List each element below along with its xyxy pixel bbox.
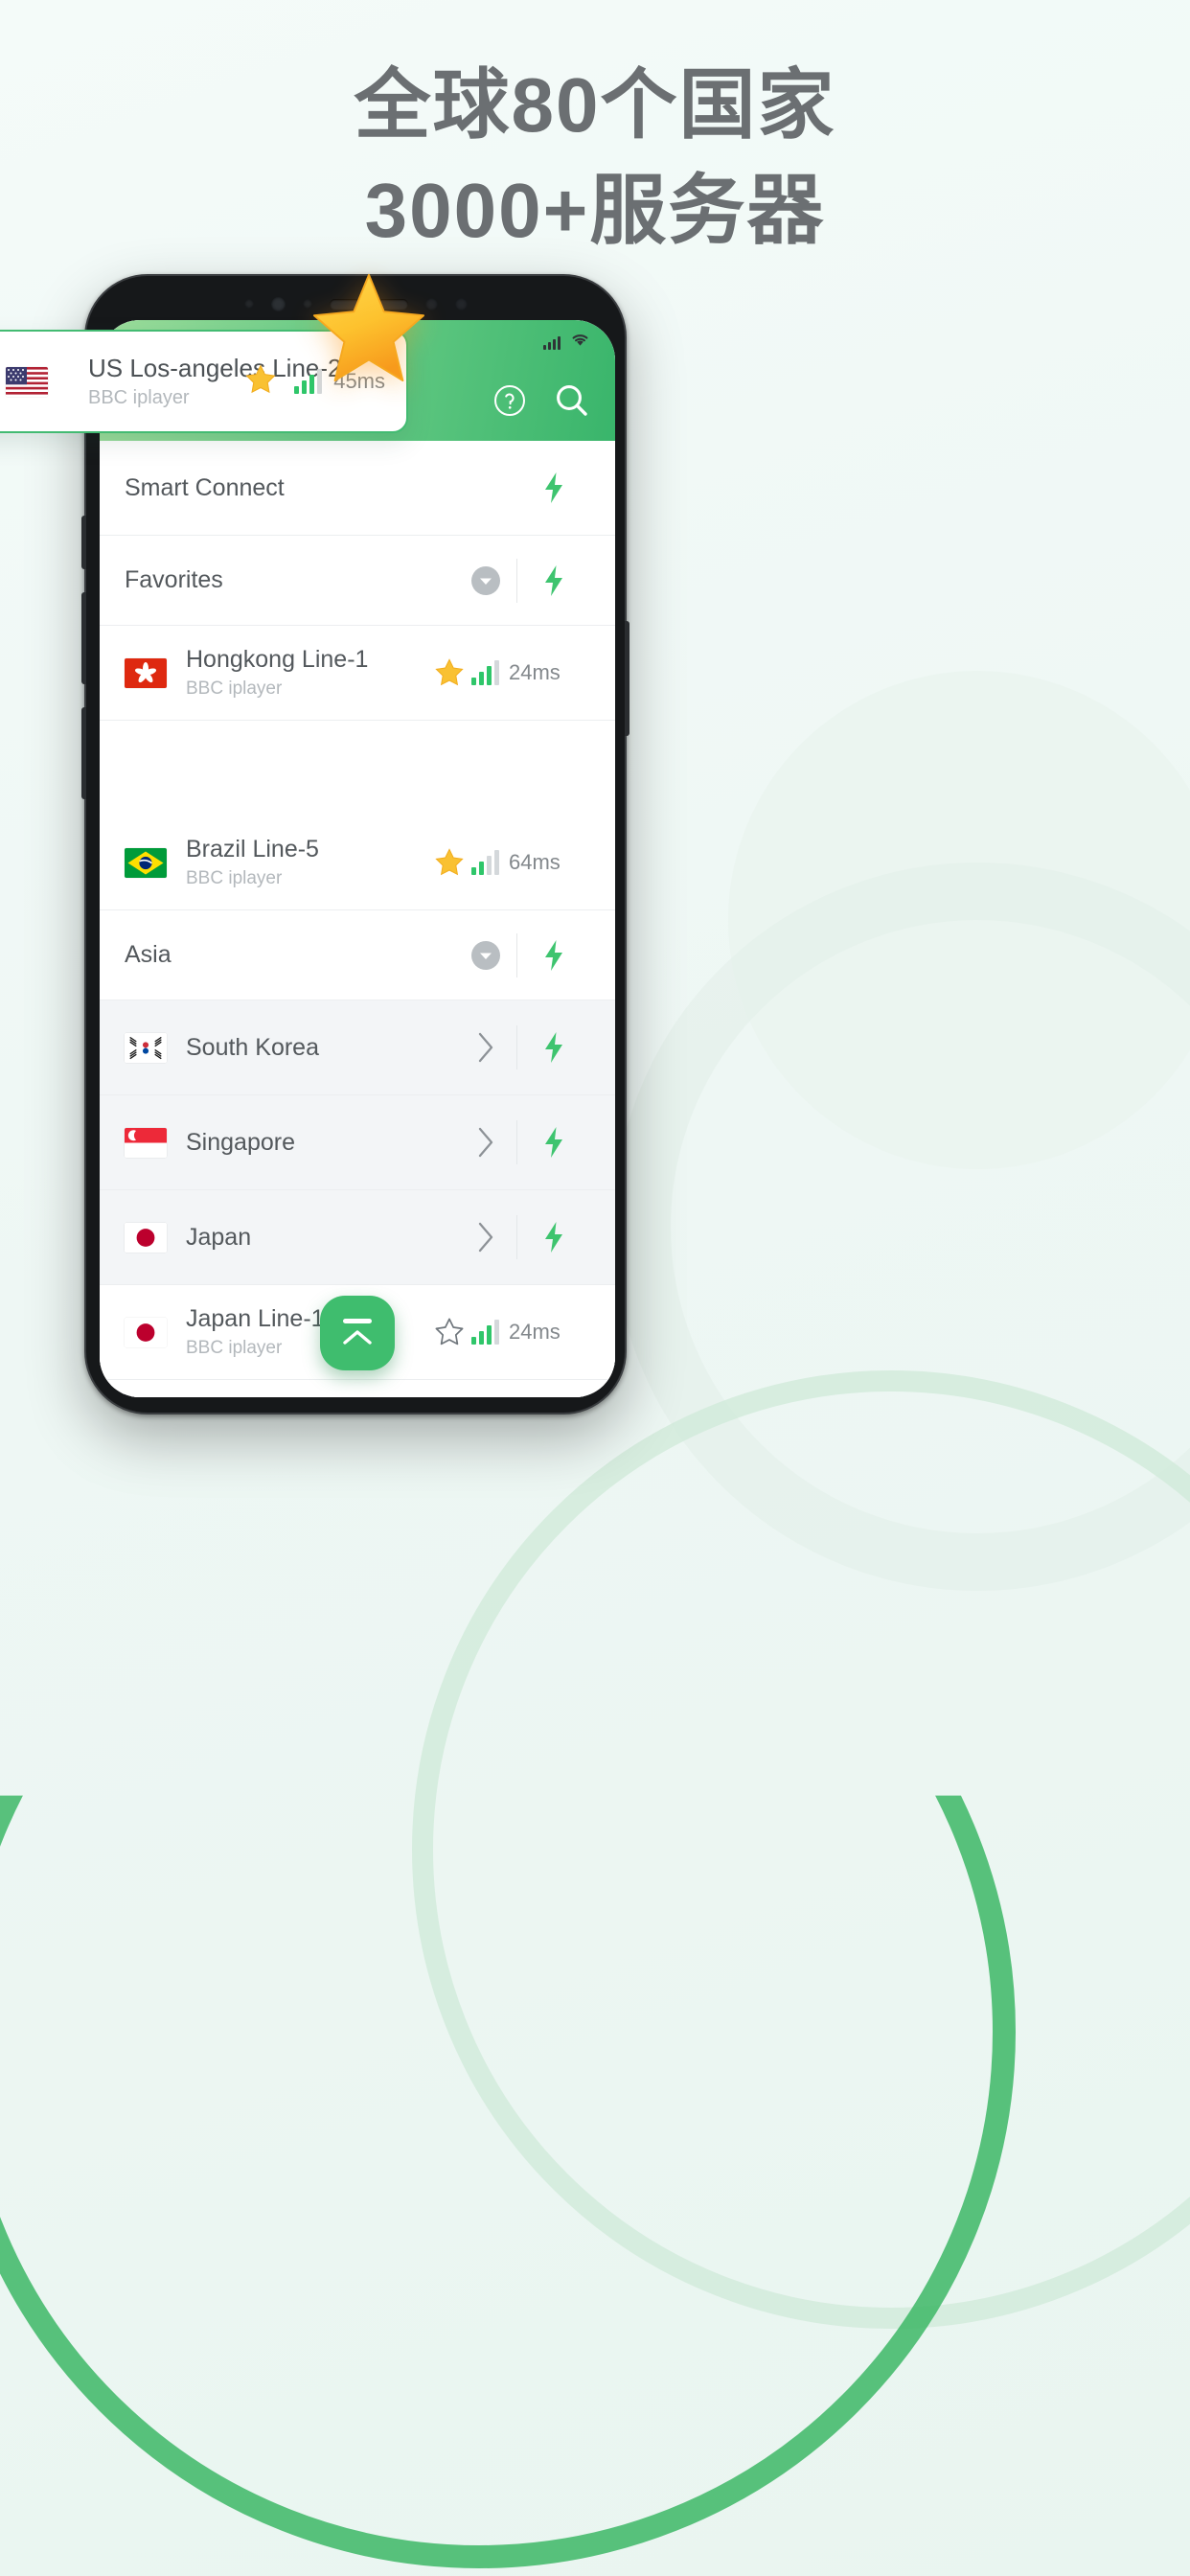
list-item-country[interactable]: Singapore bbox=[100, 1095, 615, 1190]
flag-hk bbox=[125, 657, 167, 688]
promo-headline: 全球80个国家 3000+服务器 bbox=[0, 56, 1190, 261]
section-label: Favorites bbox=[125, 566, 223, 593]
search-button[interactable] bbox=[554, 382, 590, 424]
signal-bars-icon bbox=[471, 850, 499, 875]
chevron-right-icon[interactable] bbox=[465, 1221, 507, 1254]
list-item-country[interactable]: South Korea bbox=[100, 1000, 615, 1095]
nav-actions bbox=[492, 382, 590, 424]
row-right bbox=[465, 910, 615, 1000]
flag-sg bbox=[125, 1127, 167, 1158]
country-name: Singapore bbox=[186, 1129, 295, 1156]
highlighted-server-sub: BBC iplayer bbox=[88, 387, 190, 408]
scroll-to-top-icon bbox=[343, 1330, 372, 1345]
list-item-server[interactable]: Japan Line-2 BBC iplayer 24ms bbox=[100, 1380, 615, 1397]
row-texts: Japan Line-1 BBC iplayer bbox=[186, 1303, 325, 1361]
help-button[interactable] bbox=[492, 383, 527, 423]
scroll-to-top-button[interactable] bbox=[320, 1296, 395, 1370]
search-icon bbox=[557, 384, 587, 416]
flag-br bbox=[125, 847, 167, 878]
bolt-icon[interactable] bbox=[517, 939, 590, 972]
list-item-server[interactable]: Hongkong Line-1 BBC iplayer 24ms bbox=[100, 626, 615, 721]
row-texts: Singapore bbox=[186, 1127, 295, 1158]
wifi-icon bbox=[570, 332, 590, 353]
server-name: Brazil Line-5 bbox=[186, 836, 319, 862]
country-name: South Korea bbox=[186, 1034, 319, 1061]
ping-indicator: 24ms bbox=[471, 660, 615, 685]
section-label: Asia bbox=[125, 941, 172, 968]
section-header-favorites[interactable]: Favorites bbox=[100, 536, 615, 626]
highlighted-server-name: US Los-angeles Line-2 bbox=[88, 354, 342, 382]
chevron-down-circle-icon[interactable] bbox=[465, 940, 507, 971]
ir-led-icon bbox=[454, 297, 468, 310]
phone-mockup: 4:20 bbox=[81, 274, 629, 1414]
signal-bars-icon bbox=[471, 1320, 499, 1345]
row-right: 24ms bbox=[431, 1380, 615, 1397]
chevron-right-icon[interactable] bbox=[465, 1126, 507, 1159]
section-header-asia[interactable]: Asia bbox=[100, 910, 615, 1000]
server-list[interactable]: Smart Connect Favorites Hongkong Line-1 … bbox=[100, 441, 615, 1397]
phone-screen: 4:20 bbox=[100, 320, 615, 1397]
server-sub: BBC iplayer bbox=[186, 1338, 283, 1358]
bolt-icon[interactable] bbox=[517, 564, 590, 597]
app-screen: 4:20 bbox=[100, 320, 615, 1397]
bolt-icon[interactable] bbox=[517, 1221, 590, 1254]
smart-connect-label: Smart Connect bbox=[125, 473, 285, 501]
row-right bbox=[465, 1190, 615, 1284]
promo-line-2: 3000+服务器 bbox=[364, 168, 826, 253]
star-filled-icon[interactable] bbox=[431, 657, 468, 688]
ping-value: 24ms bbox=[509, 660, 561, 684]
row-texts: Japan bbox=[186, 1222, 251, 1253]
flag-us bbox=[6, 366, 48, 397]
star-filled-icon[interactable] bbox=[431, 847, 468, 878]
signal-bars-icon bbox=[471, 660, 499, 685]
chevron-down-circle-icon[interactable] bbox=[465, 565, 507, 596]
scroll-to-top-bar bbox=[343, 1319, 372, 1323]
bolt-icon[interactable] bbox=[517, 1126, 590, 1159]
ping-value: 24ms bbox=[509, 1320, 561, 1344]
row-right: 24ms bbox=[431, 626, 615, 720]
row-texts: US Los-angeles Line-2 BBC iplayer bbox=[88, 353, 342, 410]
flag-jp bbox=[125, 1317, 167, 1347]
bolt-icon[interactable] bbox=[517, 472, 590, 504]
ping-value: 64ms bbox=[509, 850, 561, 874]
row-texts: Brazil Line-5 BBC iplayer bbox=[186, 834, 319, 891]
server-sub: BBC iplayer bbox=[186, 868, 283, 888]
row-texts: South Korea bbox=[186, 1032, 319, 1063]
star-filled-icon[interactable] bbox=[244, 363, 277, 401]
phone-button-volume-down bbox=[81, 707, 86, 799]
row-right: 24ms bbox=[431, 1285, 615, 1379]
row-right: 64ms bbox=[431, 816, 615, 909]
phone-button-bixby bbox=[81, 516, 86, 569]
ping-indicator: 24ms bbox=[471, 1320, 615, 1345]
row-right bbox=[465, 1095, 615, 1189]
row-right bbox=[465, 1000, 615, 1094]
server-sub: BBC iplayer bbox=[186, 678, 283, 699]
server-name: Japan Line-1 bbox=[186, 1305, 325, 1332]
server-name: Hongkong Line-1 bbox=[186, 646, 369, 673]
front-camera-icon bbox=[270, 296, 286, 311]
chevron-right-icon[interactable] bbox=[465, 1031, 507, 1064]
row-texts: Hongkong Line-1 BBC iplayer bbox=[186, 644, 368, 702]
proximity-sensor-icon bbox=[243, 299, 254, 309]
big-star-icon bbox=[312, 273, 425, 382]
promo-line-1: 全球80个国家 bbox=[354, 62, 836, 148]
list-item-server[interactable]: Brazil Line-5 BBC iplayer 64ms bbox=[100, 816, 615, 910]
help-circle-icon bbox=[494, 384, 525, 416]
flag-jp bbox=[125, 1222, 167, 1253]
list-item-country[interactable]: Japan bbox=[100, 1190, 615, 1285]
phone-button-volume-up bbox=[81, 592, 86, 684]
star-outline-icon[interactable] bbox=[431, 1317, 468, 1347]
row-right bbox=[517, 441, 615, 535]
phone-button-power bbox=[625, 621, 629, 736]
country-name: Japan bbox=[186, 1224, 252, 1251]
row-right bbox=[465, 536, 615, 625]
ping-indicator: 64ms bbox=[471, 850, 615, 875]
list-item-smart-connect[interactable]: Smart Connect bbox=[100, 441, 615, 536]
status-icons bbox=[543, 332, 590, 353]
cellular-signal-icon bbox=[543, 335, 561, 350]
bolt-icon[interactable] bbox=[517, 1031, 590, 1064]
flag-kr bbox=[125, 1032, 167, 1063]
